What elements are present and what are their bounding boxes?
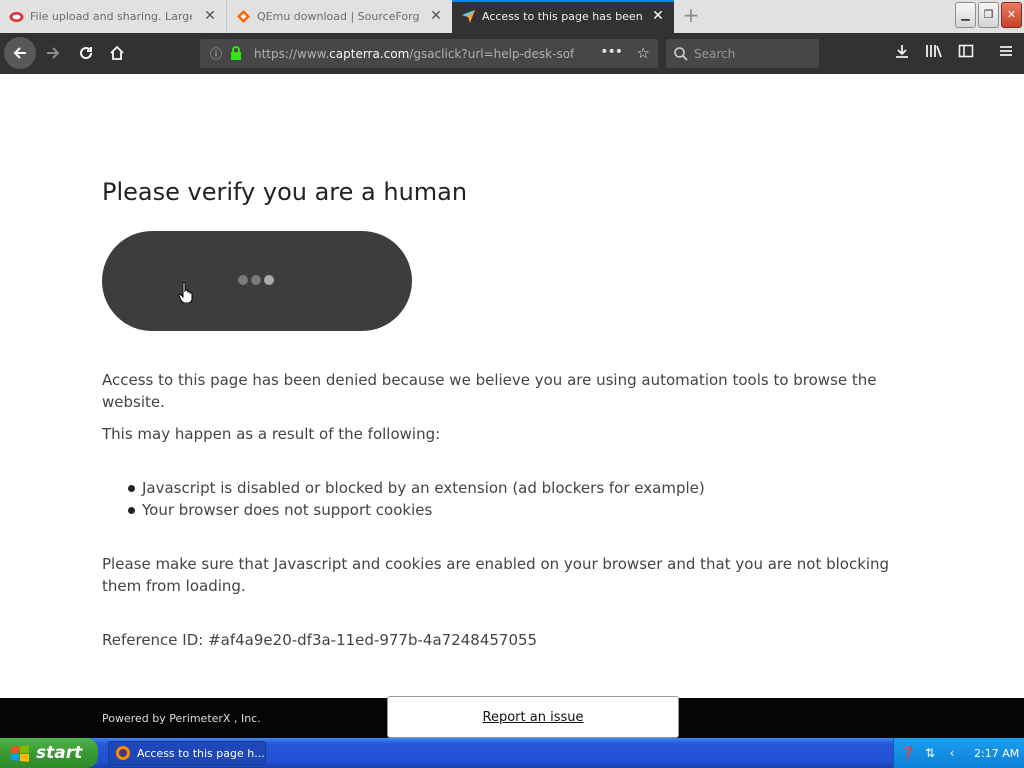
powered-by-text: Powered by PerimeterX , Inc. <box>102 712 261 725</box>
loading-dot <box>264 275 274 285</box>
lock-icon[interactable] <box>228 45 244 62</box>
restore-button[interactable]: ❐ <box>978 2 999 28</box>
search-icon <box>674 46 688 61</box>
tab-access-denied[interactable]: Access to this page has been deni ✕ <box>452 0 674 33</box>
list-item: Your browser does not support cookies <box>126 499 705 521</box>
bookmark-star-icon[interactable]: ☆ <box>637 44 650 62</box>
home-icon <box>110 45 124 60</box>
back-button[interactable] <box>4 37 36 69</box>
reload-icon <box>80 47 93 60</box>
home-button[interactable] <box>101 37 133 69</box>
reload-button[interactable] <box>70 37 102 69</box>
red-cloud-icon <box>9 12 24 22</box>
menu-button[interactable] <box>993 41 1019 67</box>
active-tab-accent <box>452 0 674 2</box>
windows-flag-icon <box>11 745 29 762</box>
page-footer: Powered by PerimeterX , Inc. Report an i… <box>0 696 1024 738</box>
screen: File upload and sharing. Large fil ✕ QEm… <box>0 0 1024 768</box>
forward-button[interactable] <box>37 37 69 69</box>
page-content: Please verify you are a human Access to … <box>0 74 1024 698</box>
hand-cursor-icon <box>178 281 193 303</box>
close-icon[interactable]: ✕ <box>429 9 443 23</box>
url-text[interactable]: https://www.capterra.com/gsaclick?url=he… <box>254 47 574 61</box>
url-path: /gsaclick?url=help-desk-soft <box>409 46 574 61</box>
info-icon[interactable]: ⓘ <box>208 46 224 62</box>
page-actions-icon[interactable]: ••• <box>600 44 623 60</box>
tab-strip: File upload and sharing. Large fil ✕ QEm… <box>0 0 1024 33</box>
start-label: start <box>36 743 83 763</box>
sidebar-icon <box>958 44 974 58</box>
tab-title: File upload and sharing. Large fil <box>30 10 192 23</box>
search-input[interactable] <box>694 46 809 61</box>
firefox-icon <box>116 746 130 760</box>
downloads-button[interactable] <box>889 41 915 67</box>
tab-title: Access to this page has been deni <box>482 10 644 23</box>
system-tray: ❓ ⇅ ‹ 2:17 AM <box>893 738 1024 768</box>
reference-id: Reference ID: #af4a9e20-df3a-11ed-977b-4… <box>102 631 538 649</box>
arrow-left-icon <box>13 47 26 59</box>
help-icon[interactable]: ❓ <box>900 745 916 761</box>
close-icon[interactable]: ✕ <box>203 9 217 23</box>
arrow-right-icon <box>47 47 60 59</box>
library-icon <box>926 45 942 58</box>
loading-dot <box>251 275 261 285</box>
tab-title: QEmu download | SourceForge.n <box>257 10 419 23</box>
tab-file-upload[interactable]: File upload and sharing. Large fil ✕ <box>0 0 226 33</box>
close-icon[interactable]: ✕ <box>651 9 665 23</box>
url-bar[interactable]: ⓘ https://www.capterra.com/gsaclick?url=… <box>200 39 658 68</box>
capterra-arrow-icon <box>462 10 475 23</box>
taskbar-window-title: Access to this page h... <box>137 746 265 760</box>
list-item: Javascript is disabled or blocked by an … <box>126 477 705 499</box>
reasons-intro: This may happen as a result of the follo… <box>102 425 441 443</box>
loading-dot <box>238 275 248 285</box>
clock: 2:17 AM <box>974 746 1020 760</box>
window-close-button[interactable]: ✕ <box>1001 2 1022 28</box>
url-domain: capterra.com <box>329 46 410 61</box>
sidebar-toggle-button[interactable] <box>953 41 979 67</box>
human-challenge-button[interactable] <box>102 231 412 331</box>
minimize-button[interactable]: ▁ <box>955 2 976 28</box>
reasons-list: Javascript is disabled or blocked by an … <box>126 477 705 521</box>
download-icon <box>896 45 908 58</box>
sourceforge-diamond-icon <box>237 10 250 23</box>
library-button[interactable] <box>921 41 947 67</box>
hamburger-menu-icon <box>1000 46 1012 56</box>
url-prefix: https://www. <box>254 46 330 61</box>
report-issue-button[interactable]: Report an issue <box>387 696 679 738</box>
taskbar-window-item[interactable]: Access to this page h... <box>108 741 266 765</box>
taskbar: start Access to this page h... ❓ ⇅ ‹ 2:1… <box>0 738 1024 768</box>
page-title: Please verify you are a human <box>102 178 468 206</box>
search-bar[interactable] <box>666 39 819 68</box>
instructions-text: Please make sure that Javascript and coo… <box>102 555 890 595</box>
network-icon[interactable]: ⇅ <box>922 745 938 761</box>
chevron-left-icon[interactable]: ‹ <box>944 745 960 761</box>
denied-message: Access to this page has been denied beca… <box>102 371 877 411</box>
new-tab-button[interactable]: + <box>679 4 703 28</box>
start-button[interactable]: start <box>0 738 98 768</box>
navigation-bar: ⓘ https://www.capterra.com/gsaclick?url=… <box>0 33 1024 74</box>
loading-dots-icon <box>238 275 274 285</box>
tab-qemu-download[interactable]: QEmu download | SourceForge.n ✕ <box>226 0 452 33</box>
